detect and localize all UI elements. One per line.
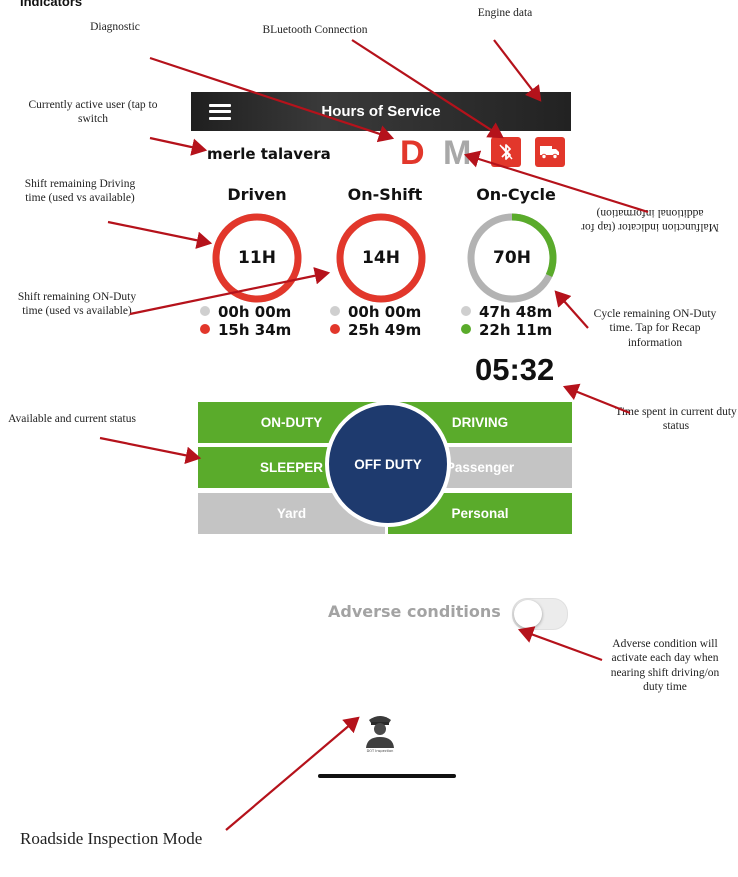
annotation-shift-driving: Shift remaining Driving time (used vs av…: [24, 178, 136, 205]
duty-status-timer: 05:32: [475, 352, 555, 387]
annotation-active-user: Currently active user (tap to switch: [28, 99, 158, 126]
annotation-cycle: Cycle remaining ON-Duty time. Tap for Re…: [593, 308, 717, 349]
driven-label: Driven: [227, 185, 287, 204]
arrow-engine: [493, 39, 542, 102]
app-topbar: Hours of Service: [191, 92, 571, 131]
annotation-available-status: Available and current status: [8, 413, 136, 425]
annotation-engine: Engine data: [477, 7, 533, 19]
on-cycle-value: 70H: [493, 248, 531, 268]
arrow-active-user: [149, 136, 208, 156]
truck-icon[interactable]: [535, 137, 565, 167]
officer-icon[interactable]: [363, 710, 397, 750]
off-duty-button[interactable]: OFF DUTY: [325, 401, 451, 527]
driven-used: 00h 00m: [200, 303, 291, 321]
annotation-roadside: Roadside Inspection Mode: [20, 829, 203, 848]
annotation-bluetooth: BLuetooth Connection: [262, 24, 368, 36]
annotation-malfunction: Malfunction indicator (tap for additiona…: [581, 206, 719, 233]
on-shift-label: On-Shift: [347, 185, 423, 204]
driven-available: 15h 34m: [200, 321, 291, 339]
on-shift-available: 25h 49m: [330, 321, 421, 339]
diagnostic-indicator: D: [400, 134, 425, 172]
on-cycle-label: On-Cycle: [476, 185, 556, 204]
adverse-conditions-toggle[interactable]: [512, 598, 568, 630]
arrow-shift-driving: [107, 220, 213, 249]
annotation-diagnostic: Diagnostic: [90, 21, 140, 33]
malfunction-indicator[interactable]: M: [443, 134, 471, 173]
on-cycle-available: 22h 11m: [461, 321, 552, 339]
on-shift-used: 00h 00m: [330, 303, 421, 321]
inspection-button-label: DOT Inspection: [366, 749, 394, 753]
annotation-adverse: Adverse condition will activate each day…: [610, 638, 720, 694]
home-indicator-bar: [318, 774, 456, 778]
arrow-adverse: [517, 626, 603, 662]
arrow-available-status: [99, 436, 202, 465]
page-header-partial: Indicators: [20, 0, 83, 9]
annotation-shift-onduty: Shift remaining ON-Duty time (used vs av…: [17, 291, 137, 318]
arrow-cycle: [554, 290, 589, 329]
driven-value: 11H: [238, 248, 276, 268]
adverse-conditions-label: Adverse conditions: [328, 602, 501, 621]
app-title: Hours of Service: [321, 103, 441, 120]
on-cycle-used: 47h 48m: [461, 303, 552, 321]
bluetooth-off-icon[interactable]: [491, 137, 521, 167]
active-user-name[interactable]: merle talavera: [207, 145, 331, 163]
annotation-time-spent: Time spent in current duty status: [615, 406, 737, 433]
on-shift-value: 14H: [362, 248, 400, 268]
